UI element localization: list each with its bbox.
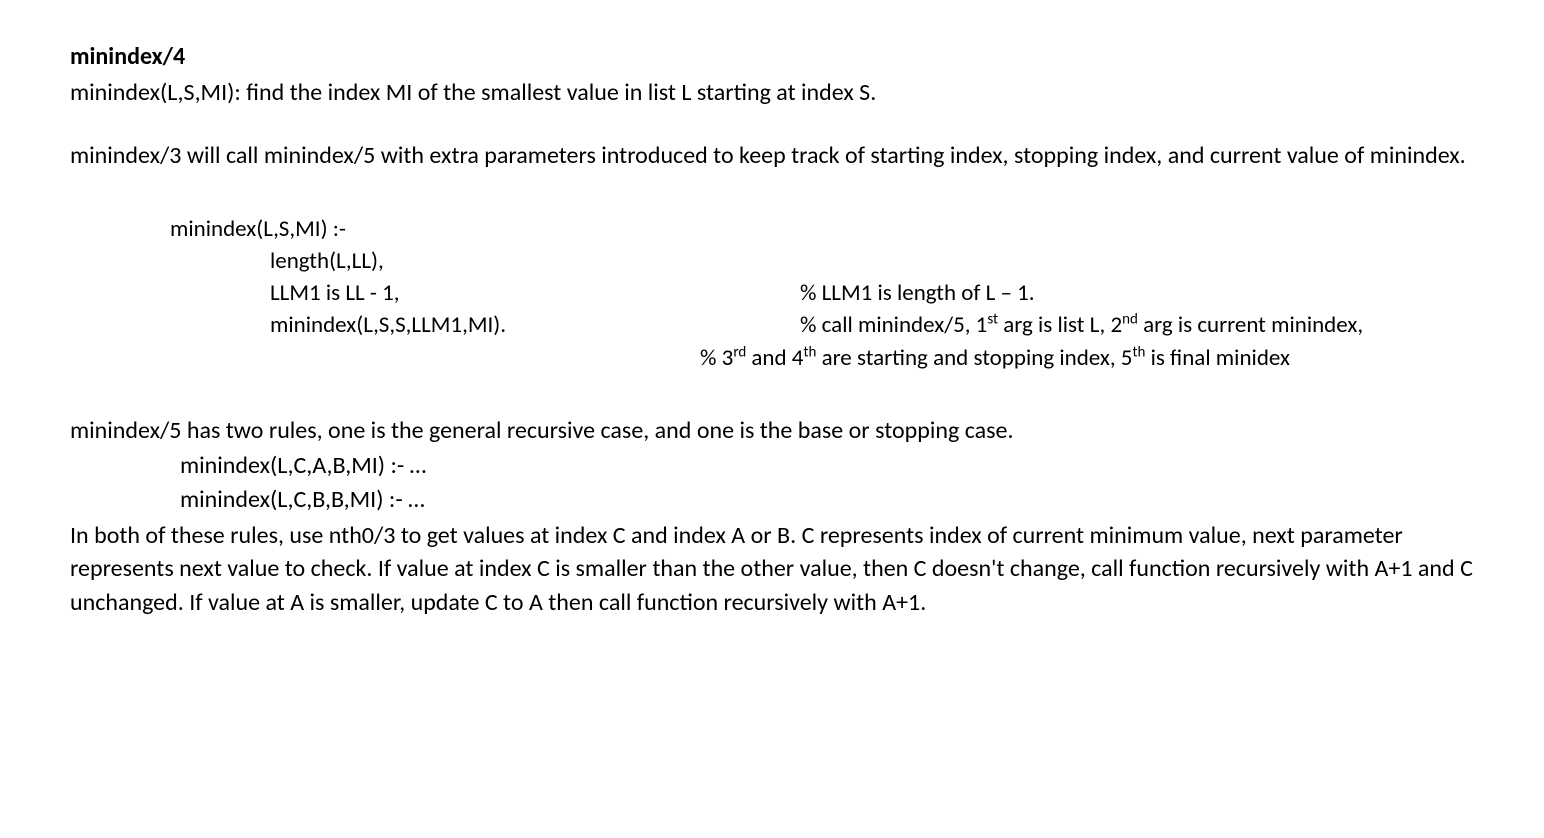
paragraph-3: minindex/5 has two rules, one is the gen… bbox=[70, 414, 1474, 448]
code-line-3a: LLM1 is LL - 1, bbox=[170, 277, 800, 309]
paragraph-4: In both of these rules, use nth0/3 to ge… bbox=[70, 519, 1474, 620]
code-comment-4b: % call minindex/5, 1st arg is list L, 2n… bbox=[800, 309, 1363, 341]
rule-2: minindex(L,C,B,B,MI) :- … bbox=[180, 483, 1474, 517]
code-block: minindex(L,S,MI) :- length(L,LL), LLM1 i… bbox=[170, 213, 1474, 374]
code-comment-5: % 3rd and 4th are starting and stopping … bbox=[700, 342, 1290, 374]
code-line-1: minindex(L,S,MI) :- bbox=[170, 213, 700, 245]
code-comment-3b: % LLM1 is length of L – 1. bbox=[800, 277, 1035, 309]
paragraph-2: minindex/3 will call minindex/5 with ext… bbox=[70, 139, 1474, 173]
rules-block: minindex(L,C,A,B,MI) :- … minindex(L,C,B… bbox=[180, 449, 1474, 516]
code-line-5-spacer bbox=[170, 342, 700, 374]
code-line-4a: minindex(L,S,S,LLM1,MI). bbox=[170, 309, 800, 341]
predicate-heading: minindex/4 bbox=[70, 40, 1474, 74]
code-line-2: length(L,LL), bbox=[170, 245, 800, 277]
description-line: minindex(L,S,MI): find the index MI of t… bbox=[70, 76, 1474, 110]
rule-1: minindex(L,C,A,B,MI) :- … bbox=[180, 449, 1474, 483]
